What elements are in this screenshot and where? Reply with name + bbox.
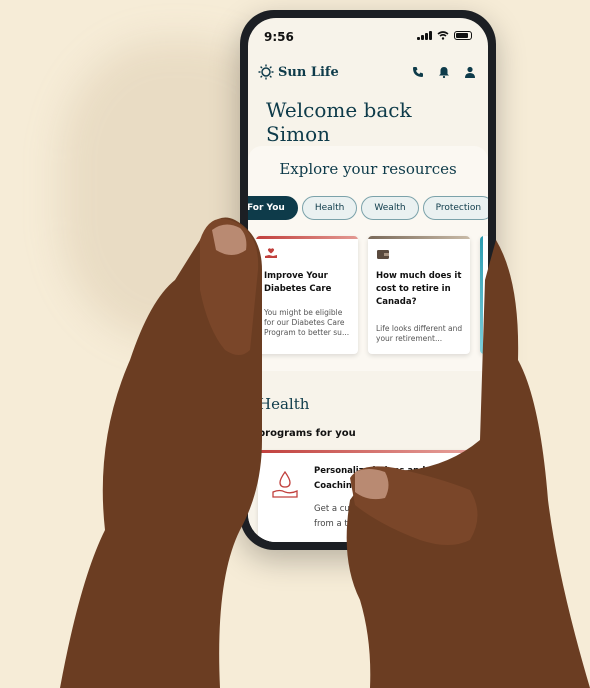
status-time: 9:56: [264, 30, 294, 44]
left-hand-illustration: [60, 217, 262, 688]
battery-icon: [454, 31, 472, 40]
header-actions: [412, 66, 476, 78]
card-accent: [368, 236, 470, 239]
bell-icon[interactable]: [438, 66, 450, 78]
tab-wealth[interactable]: Wealth: [361, 196, 419, 220]
profile-icon[interactable]: [464, 66, 476, 78]
brand-logo[interactable]: Sun Life: [258, 64, 339, 80]
tab-protection[interactable]: Protection: [422, 196, 488, 220]
brand-name: Sun Life: [278, 64, 339, 80]
status-icons: [417, 31, 472, 40]
phone-icon[interactable]: [412, 66, 424, 78]
status-bar: 9:56: [264, 30, 472, 48]
signal-icon: [417, 31, 432, 40]
sun-logo-icon: [258, 64, 274, 80]
right-hand-illustration: [346, 240, 590, 688]
wifi-icon: [437, 31, 449, 40]
